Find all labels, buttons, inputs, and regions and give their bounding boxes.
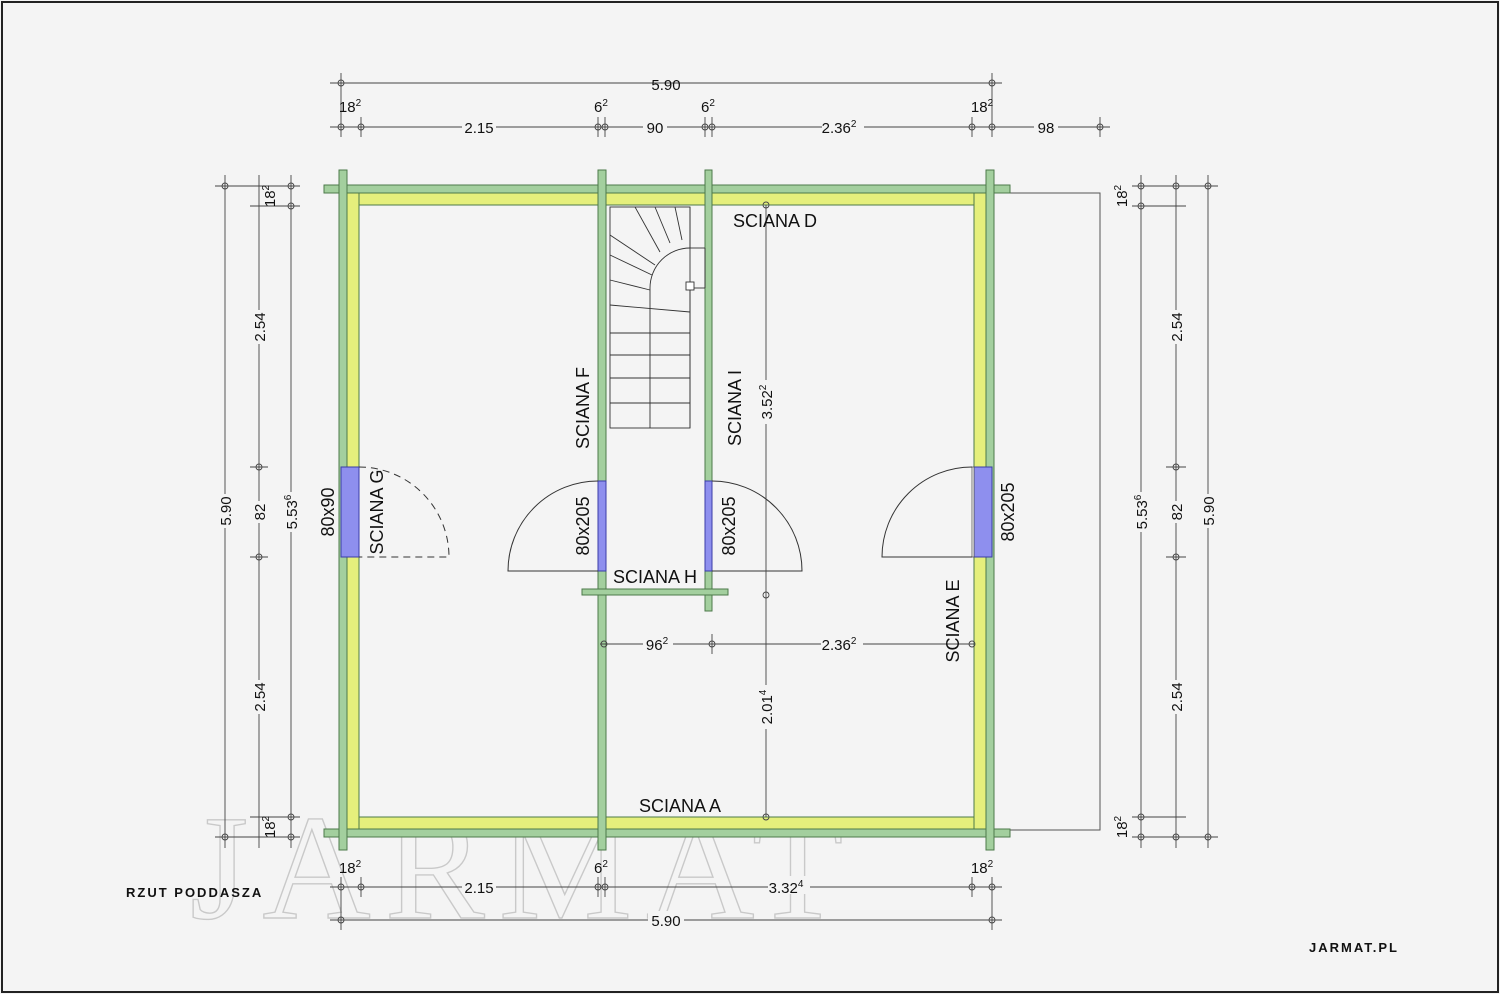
caption-jarmat-pl: JARMAT.PL [1309, 940, 1399, 955]
wall-d-outer [323, 184, 1011, 194]
caption-rzut-poddasza: RZUT PODDASZA [126, 885, 263, 900]
wall-h [581, 588, 729, 596]
label-sciana-i: SCIANA I [725, 370, 745, 446]
dim-bottom-total: 5.90 [651, 913, 680, 930]
wall-a-insulation [344, 816, 991, 830]
label-sciana-e: SCIANA E [943, 579, 963, 662]
dim-top-seg4: 90 [647, 120, 664, 137]
wall-a-outer [323, 828, 1011, 838]
dim-left-total: 5.90 [218, 496, 235, 525]
dim-left-upper: 2.54 [252, 312, 269, 341]
label-sciana-d: SCIANA D [733, 211, 817, 231]
dim-right-lower: 2.54 [1169, 682, 1186, 711]
label-opening-inner-right: 80x205 [719, 496, 739, 555]
dim-top-seg8: 98 [1038, 120, 1055, 137]
label-opening-left: 80x90 [318, 487, 338, 536]
dim-top-total: 5.90 [651, 77, 680, 94]
dim-left-lower: 2.54 [252, 682, 269, 711]
label-sciana-h: SCIANA H [613, 567, 697, 587]
wall-g-insulation-lower [346, 556, 360, 830]
label-sciana-a: SCIANA A [639, 796, 721, 816]
opening-inner-left-80x205 [597, 480, 607, 572]
dim-left-door: 82 [252, 504, 269, 521]
dim-right-total: 5.90 [1201, 496, 1218, 525]
label-sciana-f: SCIANA F [573, 367, 593, 449]
opening-right-reveal [971, 466, 975, 558]
dim-bottom-seg2: 2.15 [464, 880, 493, 897]
watermark-jarmat: JARMAT [190, 785, 857, 951]
wall-e-insulation-upper [973, 192, 987, 468]
dim-top-seg2: 2.15 [464, 120, 493, 137]
opening-inner-right-80x205 [704, 480, 713, 572]
dim-right-door: 82 [1169, 504, 1186, 521]
opening-left-80x90 [340, 466, 360, 558]
wall-g-insulation-upper [346, 192, 360, 468]
wall-d-insulation [344, 192, 991, 206]
opening-right-80x205 [973, 466, 993, 558]
label-sciana-g: SCIANA G [367, 469, 387, 554]
label-opening-right: 80x205 [998, 482, 1018, 541]
label-opening-inner-left: 80x205 [573, 496, 593, 555]
wall-e-insulation-lower [973, 556, 987, 830]
dim-right-upper: 2.54 [1169, 312, 1186, 341]
floor-plan-drawing: JARMAT 5.90 182 62 62 182 2.15 90 2.362 … [1, 1, 1499, 993]
